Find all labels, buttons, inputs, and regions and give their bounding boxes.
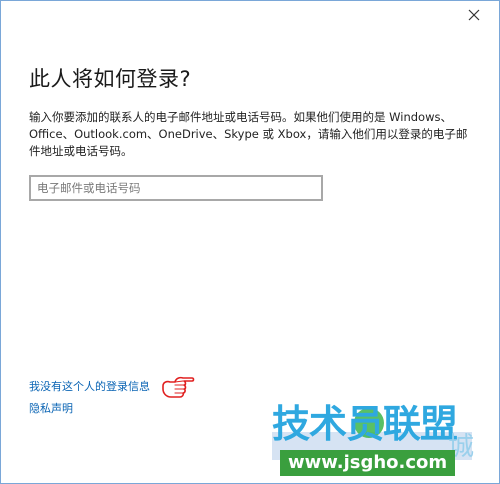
close-button[interactable] <box>463 5 485 25</box>
privacy-statement-link[interactable]: 隐私声明 <box>29 400 73 416</box>
email-phone-input[interactable] <box>31 177 321 199</box>
watermark-url: www.jsgho.com <box>280 450 456 476</box>
dialog-description: 输入你要添加的联系人的电子邮件地址或电话号码。如果他们使用的是 Windows、… <box>29 110 468 158</box>
watermark-logo: 技术员联盟 城 www.jsgho.com <box>272 402 498 482</box>
email-phone-field[interactable] <box>29 175 323 201</box>
close-icon <box>468 9 480 21</box>
pointing-hand-icon <box>162 376 195 398</box>
watermark-main-text: 技术员联盟 <box>272 402 458 446</box>
dialog-title: 此人将如何登录? <box>29 67 192 91</box>
no-signin-info-link[interactable]: 我没有这个人的登录信息 <box>29 378 150 394</box>
